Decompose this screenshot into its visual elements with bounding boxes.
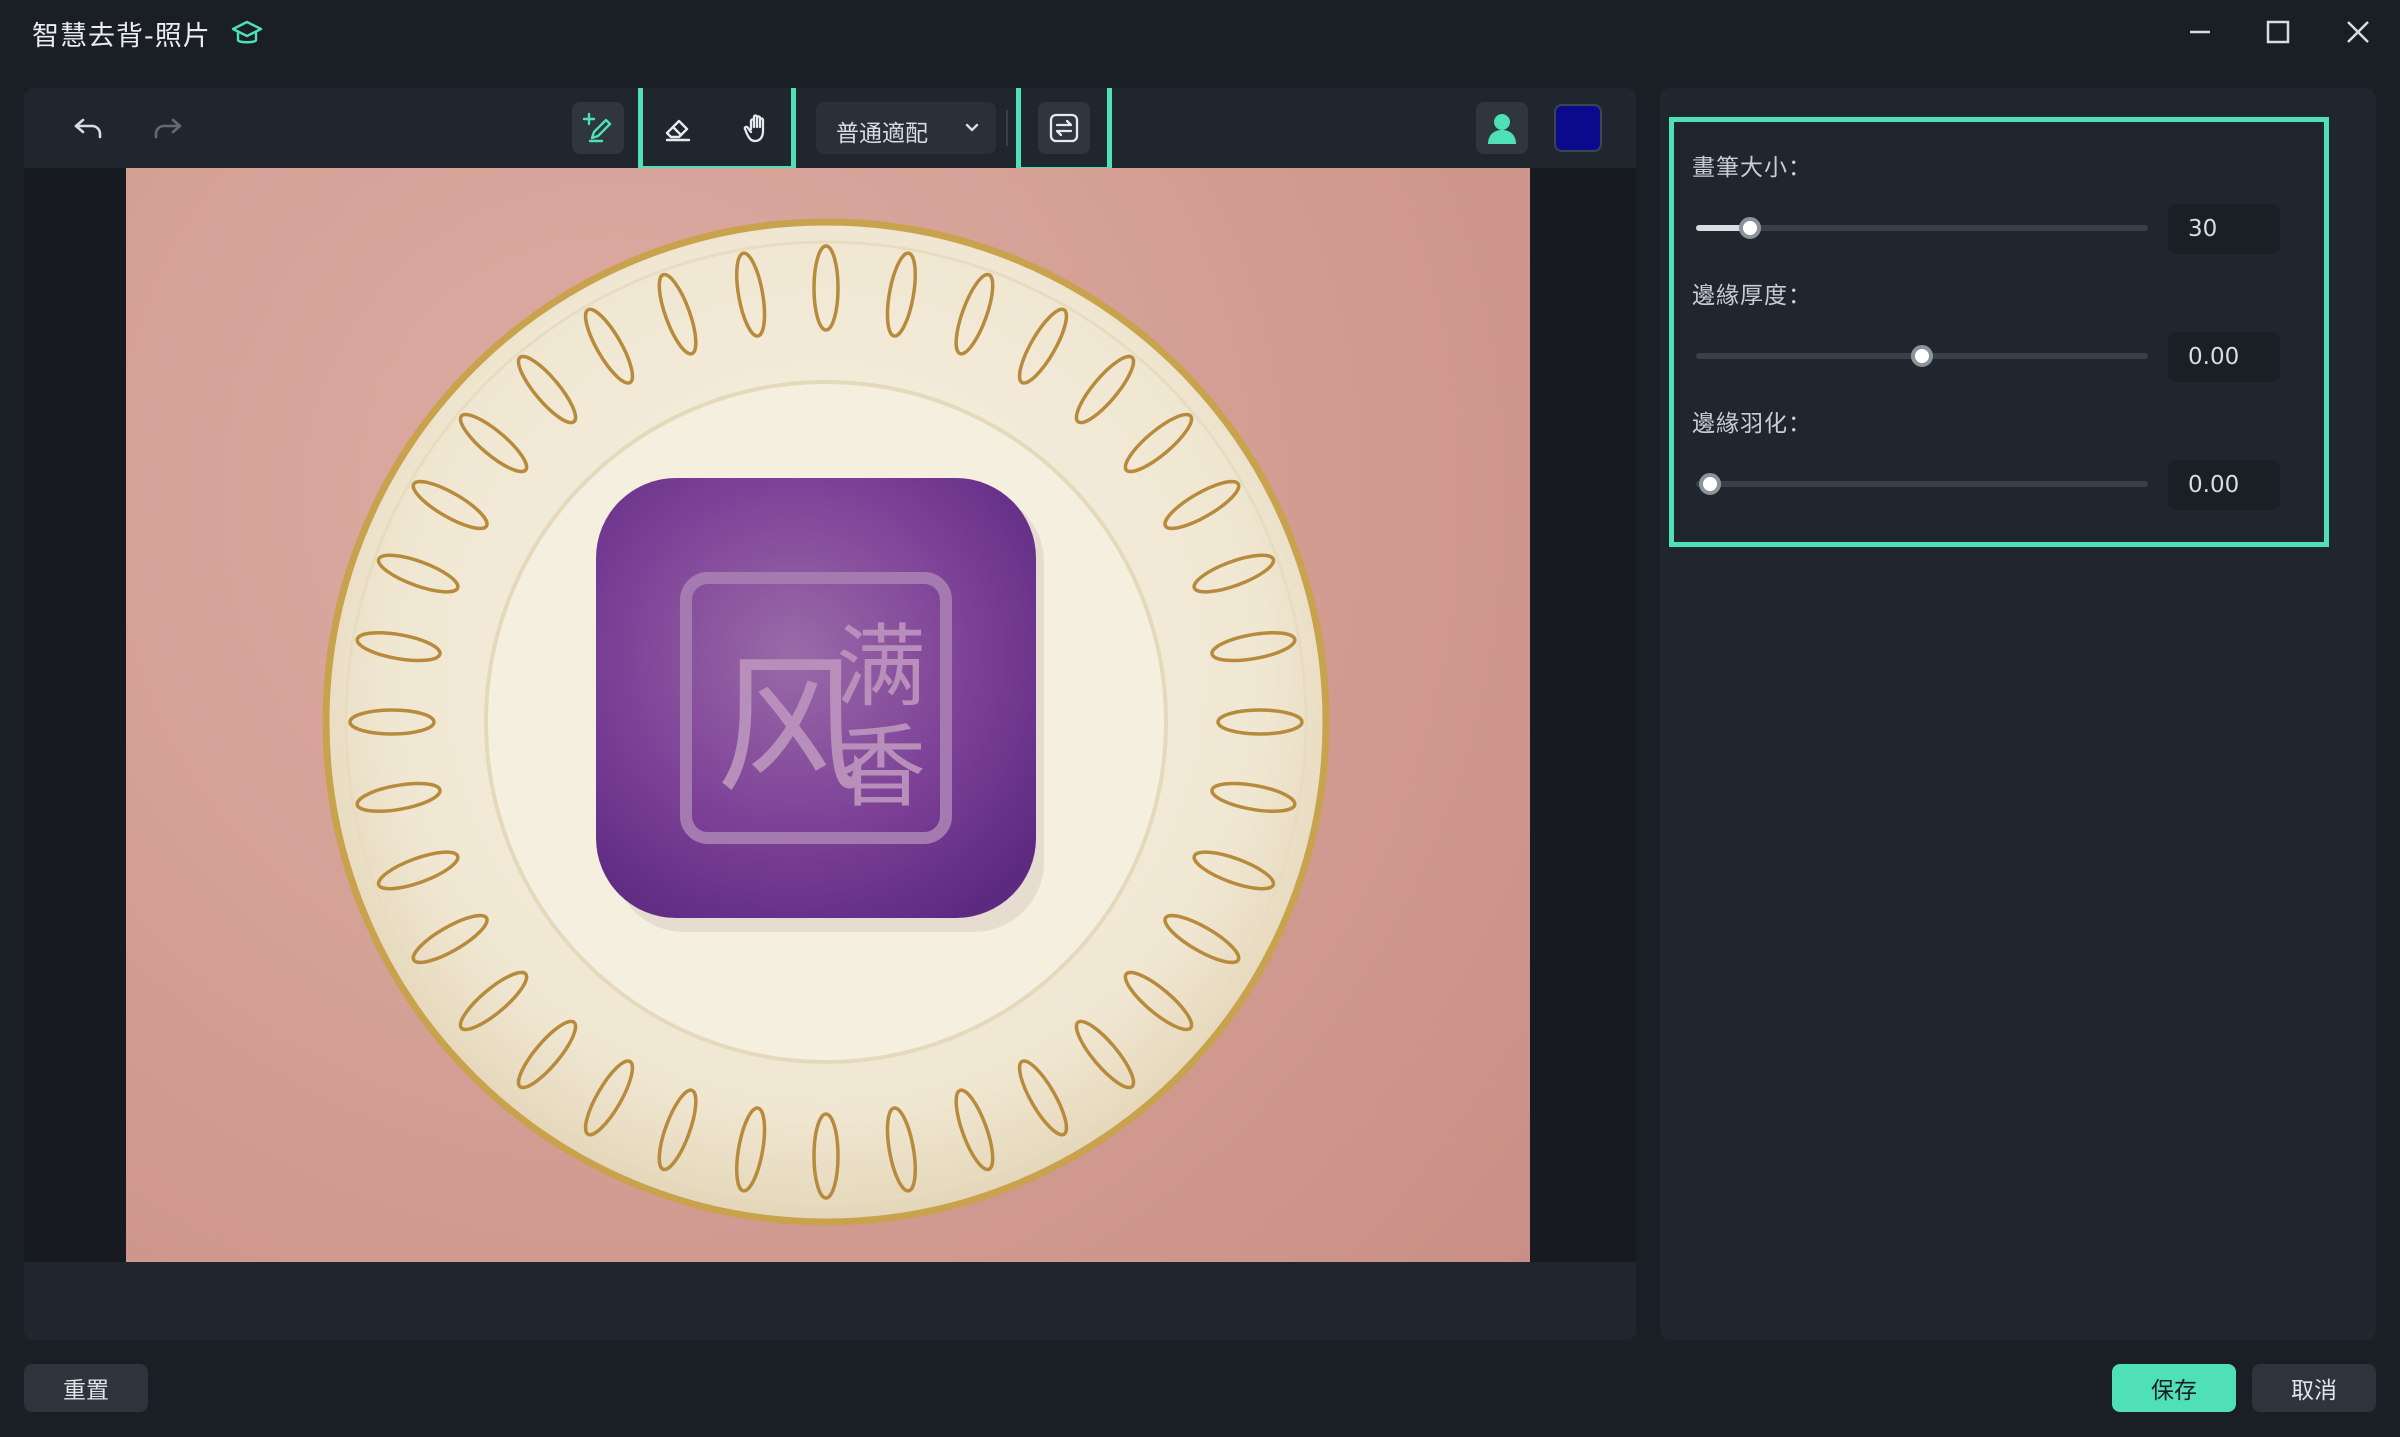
- brush-size-slider[interactable]: [1696, 217, 2148, 239]
- edge-thickness-thumb[interactable]: [1911, 345, 1933, 367]
- brush-size-label: 畫筆大小：: [1692, 155, 1812, 181]
- close-icon[interactable]: [2336, 12, 2380, 52]
- chevron-down-icon: [965, 123, 979, 132]
- plate-illustration: 风 满 香: [322, 218, 1330, 1226]
- toolbar-divider: [1006, 110, 1008, 146]
- edge-thickness-fill: [1696, 353, 1922, 359]
- fit-mode-label: 普通適配: [836, 121, 928, 147]
- mooncake-photo: 风 满 香: [126, 168, 1530, 1262]
- graduation-cap-icon[interactable]: [230, 16, 264, 50]
- cancel-button[interactable]: 取消: [2252, 1364, 2376, 1412]
- minimize-icon[interactable]: [2178, 12, 2222, 52]
- person-icon: [1488, 114, 1516, 144]
- canvas-status-area: [24, 1262, 1636, 1340]
- edge-feather-value[interactable]: 0.00: [2168, 460, 2280, 510]
- undo-button[interactable]: [62, 102, 114, 154]
- maximize-icon[interactable]: [2256, 12, 2300, 52]
- cake-character-right-bottom: 香: [836, 715, 926, 820]
- brush-size-value[interactable]: 30: [2168, 204, 2280, 254]
- tool-group-highlight: [638, 88, 796, 171]
- canvas-panel: 普通適配 风 满 香: [24, 88, 1636, 1340]
- edge-thickness-slider[interactable]: [1696, 345, 2148, 367]
- subject-button[interactable]: [1476, 102, 1528, 154]
- add-brush-button[interactable]: [572, 102, 624, 154]
- fit-mode-dropdown[interactable]: 普通適配: [816, 102, 996, 154]
- add-brush-icon: [582, 112, 612, 143]
- cake-character-right-top: 满: [836, 615, 926, 720]
- photo-preview-area[interactable]: 风 满 香: [24, 168, 1636, 1262]
- edge-feather-label: 邊緣羽化：: [1692, 411, 1812, 437]
- edge-feather-thumb[interactable]: [1698, 473, 1721, 495]
- redo-button[interactable]: [142, 102, 194, 154]
- window-title: 智慧去背-照片: [32, 21, 211, 52]
- redo-icon: [154, 118, 182, 139]
- edge-thickness-label: 邊緣厚度：: [1692, 283, 1812, 309]
- edge-feather-slider[interactable]: [1696, 473, 2148, 495]
- background-color-swatch[interactable]: [1554, 104, 1602, 152]
- save-button[interactable]: 保存: [2112, 1364, 2236, 1412]
- editor-toolbar: 普通適配: [24, 88, 1636, 172]
- reset-button[interactable]: 重置: [24, 1364, 148, 1412]
- title-bar: 智慧去背-照片: [0, 0, 2400, 66]
- swap-highlight: [1016, 88, 1112, 172]
- edge-thickness-value[interactable]: 0.00: [2168, 332, 2280, 382]
- undo-icon: [74, 118, 102, 139]
